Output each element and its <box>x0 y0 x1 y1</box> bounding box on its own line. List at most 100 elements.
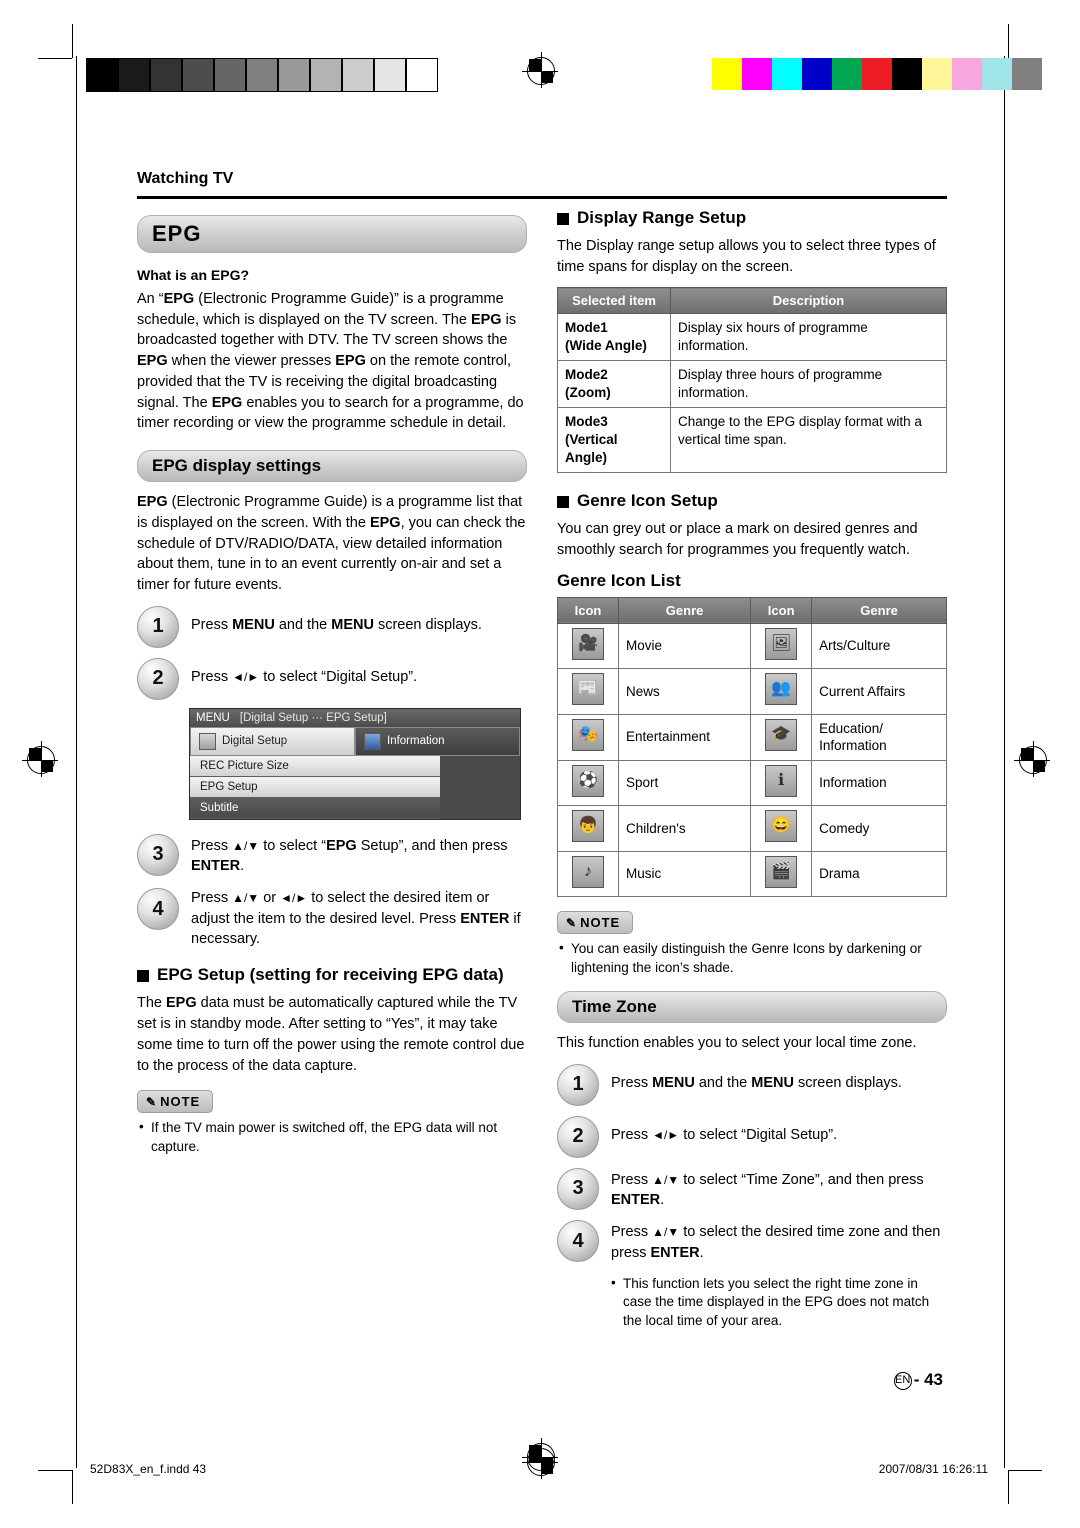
table-row: Mode2 (Zoom) Display three hours of prog… <box>557 360 947 409</box>
table-row: ⚽ Sport ℹ Information <box>557 759 947 807</box>
page-dash: - <box>913 1370 925 1389</box>
genre-label-line: Current Affairs <box>819 683 906 699</box>
genre-icon-cell: 🎥 <box>557 622 619 670</box>
step-text: Press MENU and the MENU screen displays. <box>191 616 482 633</box>
range-item-line2: (Vertical <box>565 432 618 448</box>
genre-icon-cell: ℹ <box>750 759 813 807</box>
left-step-1: 1 Press MENU and the MENU screen display… <box>137 605 527 648</box>
education-information-icon: 🎓 <box>765 718 798 751</box>
left-step-3: 3 Press ▲/▼ to select “EPG Setup”, and t… <box>137 833 527 877</box>
col-icon-left: Icon <box>557 596 619 624</box>
left-note-box: ✎NOTE If the TV main power is switched o… <box>137 1090 527 1156</box>
genre-icon-cell: 👦 <box>557 805 619 852</box>
note-label: NOTE <box>580 915 621 931</box>
osd-row-subtitle[interactable]: Subtitle <box>190 797 440 819</box>
note-badge: ✎ NOTE <box>137 1090 214 1114</box>
genre-label-line: News <box>626 683 660 699</box>
step-number: 3 <box>137 833 179 876</box>
time-zone-step-4: 4 Press ▲/▼ to select the desired time z… <box>557 1220 947 1263</box>
step-number: 1 <box>557 1063 599 1106</box>
osd-tab-digital-setup[interactable]: Digital Setup <box>190 726 355 756</box>
range-desc: Display six hours of programme informati… <box>670 313 947 362</box>
note-badge: ✎ NOTE <box>557 911 634 935</box>
genre-icon-setup-heading: Genre Icon Setup <box>557 491 947 511</box>
note-item: You can easily distinguish the Genre Ico… <box>557 939 947 977</box>
genre-icon-cell: 🎬 <box>750 850 813 898</box>
genre-icon-cell: 👥 <box>750 668 813 715</box>
movie-icon: 🎥 <box>572 627 604 660</box>
genre-label-line: Music <box>626 866 662 882</box>
square-bullet-icon <box>557 496 569 509</box>
step-number: 4 <box>557 1220 599 1263</box>
genre-label-cell: Music <box>617 850 752 898</box>
left-column: EPG What is an EPG? An “EPG (Electronic … <box>137 215 527 1159</box>
epg-title-bar: EPG <box>137 215 527 253</box>
range-item-line1: Mode1 <box>565 320 608 336</box>
step-text: Press ▲/▼ to select the desired time zon… <box>611 1224 941 1261</box>
osd-row-epg-setup[interactable]: EPG Setup <box>190 776 440 798</box>
table-header-row: Icon Genre Icon Genre <box>557 596 947 624</box>
osd-tab-label: Information <box>387 735 445 748</box>
news-icon: 📰 <box>572 673 604 706</box>
genre-label-cell: Drama <box>811 850 947 898</box>
time-zone-note-list: This function lets you select the right … <box>609 1274 947 1330</box>
step-number: 3 <box>557 1167 599 1210</box>
step-number: 1 <box>137 605 179 648</box>
range-item-line2: (Zoom) <box>565 385 611 401</box>
range-item: Mode1 (Wide Angle) <box>557 313 671 362</box>
osd-item-list: REC Picture Size EPG Setup Subtitle <box>190 755 440 819</box>
left-step-2: 2 Press ◄/► to select “Digital Setup”. <box>137 657 527 700</box>
genre-label-cell: Children's <box>617 805 752 852</box>
table-row: 📰 News 👥 Current Affairs <box>557 668 947 715</box>
osd-breadcrumb: [Digital Setup ··· EPG Setup] <box>239 711 387 724</box>
note-item: If the TV main power is switched off, th… <box>137 1118 527 1156</box>
square-bullet-icon <box>137 970 149 983</box>
sport-icon: ⚽ <box>572 764 604 797</box>
genre-icon-setup-body: You can grey out or place a mark on desi… <box>557 521 918 558</box>
genre-label-line: Information <box>819 775 887 791</box>
display-range-setup-body: The Display range setup allows you to se… <box>557 238 936 275</box>
gear-icon <box>199 732 216 750</box>
manual-page: Watching TV EPG What is an EPG? An “EPG … <box>0 0 1080 1528</box>
information-icon: ℹ <box>765 764 798 797</box>
left-step-4: 4 Press ▲/▼ or ◄/► to select the desired… <box>137 888 527 949</box>
time-zone-bar: Time Zone <box>557 991 947 1024</box>
epg-setup-heading-text: EPG Setup (setting for receiving EPG dat… <box>157 965 504 985</box>
genre-icon-cell: 📰 <box>557 668 619 715</box>
childrens-icon: 👦 <box>572 810 604 843</box>
genre-label-cell: Comedy <box>811 805 947 852</box>
arts-culture-icon: 🖼 <box>765 627 798 660</box>
epg-setup-body: The EPG data must be automatically captu… <box>137 995 525 1074</box>
entertainment-icon: 🎭 <box>572 718 604 751</box>
display-range-table: Selected item Description Mode1 (Wide An… <box>557 287 947 474</box>
step-number: 2 <box>557 1115 599 1158</box>
time-zone-step-3: 3 Press ▲/▼ to select “Time Zone”, and t… <box>557 1167 947 1211</box>
step-text: Press ▲/▼ to select “EPG Setup”, and the… <box>191 837 508 875</box>
step-text: Press ◄/► to select “Digital Setup”. <box>191 668 418 685</box>
step-text: Press ◄/► to select “Digital Setup”. <box>611 1126 838 1143</box>
genre-icon-cell: 🎭 <box>557 713 619 761</box>
pencil-icon: ✎ <box>566 916 578 931</box>
drama-icon: 🎬 <box>765 855 798 888</box>
comedy-icon: 😄 <box>765 810 798 843</box>
range-item-line1: Mode3 <box>565 414 608 430</box>
range-desc: Display three hours of programme informa… <box>670 360 947 409</box>
time-zone-step-2: 2 Press ◄/► to select “Digital Setup”. <box>557 1115 947 1158</box>
right-note-box: ✎NOTE You can easily distinguish the Gen… <box>557 911 947 977</box>
genre-label-line: Drama <box>819 866 860 882</box>
genre-label-line: Children's <box>626 820 686 836</box>
osd-tab-information[interactable]: Information <box>355 726 520 756</box>
genre-label-cell: Education/Information <box>811 713 947 761</box>
genre-label-cell: Movie <box>617 622 752 670</box>
osd-menu-label: MENU <box>196 711 230 724</box>
osd-titlebar: MENU [Digital Setup ··· EPG Setup] <box>190 708 520 727</box>
table-row: 🎥 Movie 🖼 Arts/Culture <box>557 622 947 670</box>
genre-icon-table: Icon Genre Icon Genre 🎥 Movie 🖼 Arts/Cultur… <box>557 596 947 898</box>
current-affairs-icon: 👥 <box>765 673 798 706</box>
genre-icon-setup-heading-text: Genre Icon Setup <box>577 491 718 511</box>
range-item-line2: (Wide Angle) <box>565 338 647 354</box>
osd-row-rec-picture-size[interactable]: REC Picture Size <box>190 755 440 777</box>
genre-label-line: Comedy <box>819 820 870 836</box>
registration-mark-footer <box>522 1438 558 1474</box>
table-row: 👦 Children's 😄 Comedy <box>557 805 947 852</box>
